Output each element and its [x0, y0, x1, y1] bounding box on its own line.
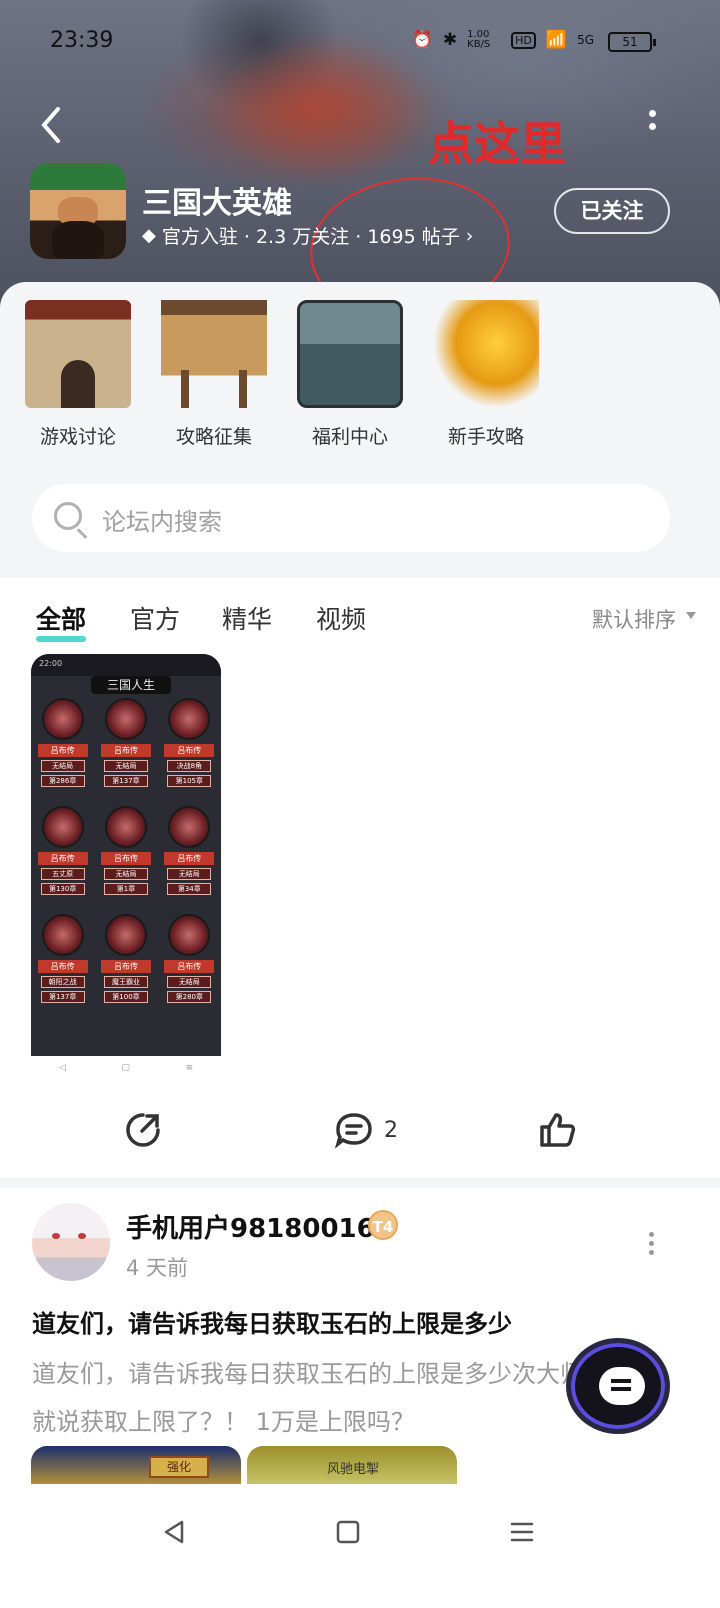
nav-home-button[interactable]: [328, 1512, 368, 1552]
caret-down-icon: [686, 612, 696, 619]
alarm-icon: ⏰: [411, 30, 433, 50]
feed-tabs: 全部 官方 精华 视频 默认排序: [0, 578, 720, 656]
grid-cell: 吕布传 无结局 第34章: [158, 806, 221, 906]
share-icon: [126, 1113, 160, 1147]
post-actions: 2: [0, 1100, 720, 1164]
post-thumbnail[interactable]: 强化: [31, 1446, 241, 1486]
post-time: 4 天前: [126, 1256, 189, 1280]
more-menu-button[interactable]: [642, 110, 662, 150]
thumbs-up-icon: [540, 1113, 576, 1147]
menu-lines-icon: [510, 1522, 534, 1542]
nav-back-button[interactable]: [154, 1512, 194, 1552]
forum-search-input[interactable]: 论坛内搜索: [32, 484, 670, 552]
user-avatar[interactable]: [32, 1203, 110, 1281]
game-title: 三国大英雄: [142, 186, 292, 221]
bluetooth-icon: ✱: [442, 30, 458, 50]
grid-cell: 吕布传 无结局 第286章: [31, 698, 94, 798]
game-meta[interactable]: ◆ 官方入驻 · 2.3 万关注 · 1695 帖子 ›: [142, 222, 473, 249]
post-username[interactable]: 手机用户98180016: [126, 1208, 375, 1245]
game-meta-text: 官方入驻 · 2.3 万关注 · 1695 帖子: [161, 226, 460, 248]
post-thumbnails: 强化 风驰电掣: [31, 1446, 457, 1486]
treasure-chest-icon: [297, 300, 403, 408]
wifi-icon: 📶: [545, 30, 568, 50]
nav-menu-button[interactable]: [502, 1512, 542, 1552]
shortcut-row: 游戏讨论 攻略征集 福利中心 新手攻略: [0, 300, 720, 460]
status-time: 23:39: [50, 28, 114, 53]
search-icon: [54, 502, 82, 530]
hd-icon: HD: [511, 31, 536, 49]
post-title[interactable]: 道友们，请告诉我每日获取玉石的上限是多少: [32, 1304, 512, 1339]
comment-count: 2: [384, 1117, 398, 1143]
post-image[interactable]: 22:00 三国人生 吕布传 无结局 第286章 吕布传 无结局 第137章 吕布传 决战…: [31, 654, 221, 1056]
embedded-grid: 吕布传 无结局 第286章 吕布传 无结局 第137章 吕布传 决战8角 第105章 吕布传…: [31, 698, 221, 1014]
triangle-back-icon: [164, 1520, 184, 1544]
page: 23:39 ⏰ ✱ 1.00 KB/S HD 📶 5G 51 点这里 三国大英雄…: [0, 0, 720, 1608]
embedded-status-time: 22:00: [31, 654, 221, 676]
post-thumbnail[interactable]: 风驰电掣: [247, 1446, 457, 1486]
annotation-text: 点这里: [428, 117, 566, 171]
status-bar: 23:39 ⏰ ✱ 1.00 KB/S HD 📶 5G 51: [0, 20, 720, 64]
grid-cell: 吕布传 无结局 第137章: [94, 698, 157, 798]
follow-button[interactable]: 已关注: [554, 188, 670, 234]
embedded-nav-bar: ◁ ▢ ≡: [31, 1056, 221, 1080]
notice-board-icon: [161, 300, 267, 408]
verified-diamond-icon: ◆: [142, 225, 156, 246]
comment-icon: [334, 1113, 372, 1149]
shortcut-label: 新手攻略: [447, 426, 524, 448]
city-gate-icon: [25, 300, 131, 408]
comment-button[interactable]: 2: [334, 1110, 398, 1150]
net-speed: 1.00 KB/S: [467, 29, 491, 50]
search-placeholder: 论坛内搜索: [102, 508, 222, 536]
tab-featured[interactable]: 精华: [222, 600, 272, 636]
battery-icon: 51: [608, 32, 656, 52]
sort-dropdown[interactable]: 默认排序: [592, 604, 676, 634]
section-divider: [0, 1178, 720, 1188]
share-button[interactable]: [124, 1110, 162, 1150]
status-icons: ⏰ ✱ 1.00 KB/S HD 📶 5G: [411, 29, 594, 51]
grid-cell: 吕布传 无结局 第1章: [94, 806, 157, 906]
shortcut-beginner-guide[interactable]: 新手攻略: [426, 300, 546, 449]
post-more-button[interactable]: [646, 1232, 656, 1256]
shortcut-guide-collection[interactable]: 攻略征集: [154, 300, 274, 449]
chevron-left-icon: [41, 107, 60, 143]
signal-label: 5G: [577, 33, 594, 47]
embedded-title: 三国人生: [91, 676, 171, 694]
shortcut-label: 福利中心: [311, 426, 388, 448]
back-button[interactable]: [38, 105, 68, 145]
grid-cell: 吕布传 五丈原 第130章: [31, 806, 94, 906]
post-body[interactable]: 道友们，请告诉我每日获取玉石的上限是多少次大师就说获取上限了？！ 1万是上限吗？: [32, 1350, 592, 1446]
chat-bubble-icon: [599, 1367, 645, 1405]
shortcut-label: 攻略征集: [175, 426, 252, 448]
system-nav-bar: [0, 1484, 720, 1608]
chevron-right-icon: ›: [465, 224, 474, 247]
shortcut-game-discussion[interactable]: 游戏讨论: [18, 300, 138, 449]
game-avatar[interactable]: [30, 163, 126, 259]
grid-cell: 吕布传 朝阳之战 第137章: [31, 914, 94, 1014]
chat-fab-button[interactable]: [566, 1338, 670, 1434]
grid-cell: 吕布传 魔王霸业 第100章: [94, 914, 157, 1014]
square-home-icon: [336, 1520, 360, 1544]
tab-all[interactable]: 全部: [36, 600, 87, 642]
like-button[interactable]: [538, 1110, 578, 1150]
golden-leaf-icon: [433, 300, 539, 408]
grid-cell: 吕布传 决战8角 第105章: [158, 698, 221, 798]
grid-cell: 吕布传 无结局 第280章: [158, 914, 221, 1014]
shortcut-welfare-center[interactable]: 福利中心: [290, 300, 410, 449]
battery-level: 51: [622, 35, 638, 49]
shortcut-label: 游戏讨论: [39, 426, 116, 448]
tab-official[interactable]: 官方: [130, 600, 180, 636]
tab-video[interactable]: 视频: [316, 600, 366, 636]
level-badge: T4: [368, 1210, 398, 1240]
